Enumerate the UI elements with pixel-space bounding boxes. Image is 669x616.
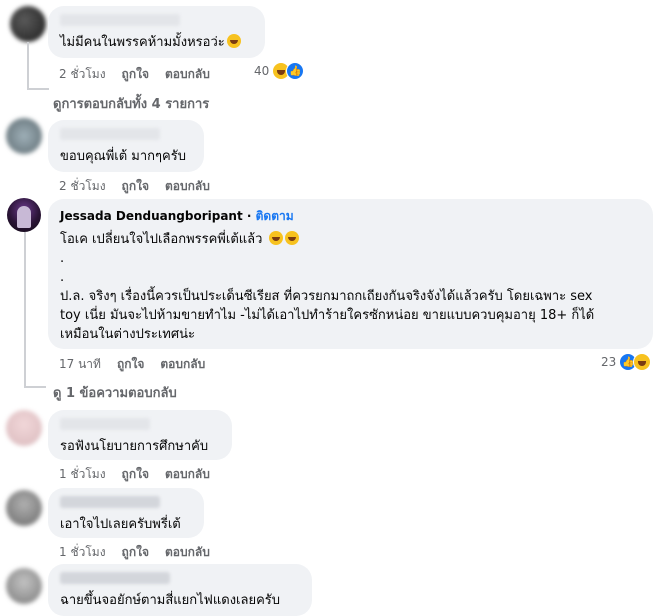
avatar-figure — [17, 206, 31, 228]
comment-actions: 1 ชั่วโมง ถูกใจ ตอบกลับ — [59, 465, 210, 484]
comment-line: . — [60, 251, 65, 266]
comment-text: รอฟังนโยบายการศึกษาคับ — [60, 439, 209, 454]
haha-emoji-icon — [226, 34, 241, 48]
comment-bubble: เอาใจไปเลยครับพรี่เต้ — [48, 488, 204, 538]
comment-bubble: ไม่มีคนในพรรคห้ามมั้งหรอว่ะ — [48, 6, 265, 58]
haha-emoji-icon — [633, 353, 652, 371]
author-name[interactable]: Jessada Denduangboripant — [60, 209, 243, 223]
avatar[interactable] — [7, 198, 41, 232]
reply-button[interactable]: ตอบกลับ — [165, 465, 210, 484]
reaction-count: 40 — [254, 64, 270, 78]
author-name-blurred[interactable] — [60, 14, 180, 26]
comment-text: เอาใจไปเลยครับพรี่เต้ — [60, 517, 181, 532]
comment-timestamp[interactable]: 1 ชั่วโมง — [59, 465, 106, 484]
reaction-count: 23 — [601, 355, 617, 369]
comment-timestamp[interactable]: 17 นาที — [59, 355, 101, 374]
comment-text: ขอบคุณพี่เต้ มากๆครับ — [60, 149, 186, 164]
avatar[interactable] — [6, 118, 42, 154]
comment-line: . — [60, 270, 65, 285]
thread-line — [24, 386, 46, 388]
like-button[interactable]: ถูกใจ — [117, 355, 144, 374]
reply-button[interactable]: ตอบกลับ — [165, 177, 210, 196]
author-name-blurred[interactable] — [60, 418, 150, 430]
thread-line — [27, 88, 49, 90]
like-button[interactable]: ถูกใจ — [122, 65, 149, 84]
comment-line: เหมือนในต่างประเทศน่ะ — [60, 327, 195, 342]
reaction-summary[interactable]: 23 👍 — [601, 353, 652, 371]
avatar[interactable] — [10, 6, 46, 42]
comment-text: ฉายขึ้นจอยักษ์ตามสี่แยกไฟแดงเลยครับ — [60, 593, 281, 608]
comment-text: ไม่มีคนในพรรคห้ามมั้งหรอว่ะ — [60, 35, 225, 50]
comment-bubble: ขอบคุณพี่เต้ มากๆครับ — [48, 120, 204, 172]
avatar[interactable] — [6, 568, 42, 604]
comment-bubble: ฉายขึ้นจอยักษ์ตามสี่แยกไฟแดงเลยครับ — [48, 564, 312, 616]
dot-separator: · — [246, 209, 256, 223]
avatar[interactable] — [6, 410, 42, 446]
comment-actions: 2 ชั่วโมง ถูกใจ ตอบกลับ — [59, 177, 210, 196]
see-all-replies-link[interactable]: ดูการตอบกลับทั้ง 4 รายการ — [53, 93, 209, 114]
thread-line — [24, 232, 26, 388]
comment-timestamp[interactable]: 2 ชั่วโมง — [59, 177, 106, 196]
reply-button[interactable]: ตอบกลับ — [165, 65, 210, 84]
like-thumb-icon: 👍 — [286, 62, 305, 80]
like-button[interactable]: ถูกใจ — [122, 543, 149, 562]
comment-bubble: รอฟังนโยบายการศึกษาคับ — [48, 410, 232, 460]
thread-line — [27, 42, 29, 90]
comment-actions: 17 นาที ถูกใจ ตอบกลับ — [59, 355, 205, 374]
author-name-blurred[interactable] — [60, 128, 160, 140]
reply-button[interactable]: ตอบกลับ — [165, 543, 210, 562]
reply-button[interactable]: ตอบกลับ — [160, 355, 205, 374]
rofl-emoji-icon — [268, 231, 283, 245]
author-name-blurred[interactable] — [60, 496, 160, 508]
like-button[interactable]: ถูกใจ — [122, 177, 149, 196]
comment-actions: 2 ชั่วโมง ถูกใจ ตอบกลับ — [59, 65, 210, 84]
see-one-reply-link[interactable]: ดู 1 ข้อความตอบกลับ — [53, 382, 177, 403]
comment-timestamp[interactable]: 1 ชั่วโมง — [59, 543, 106, 562]
comment-actions: 1 ชั่วโมง ถูกใจ ตอบกลับ — [59, 543, 210, 562]
comment-timestamp[interactable]: 2 ชั่วโมง — [59, 65, 106, 84]
comment-line: ป.ล. จริงๆ เรื่องนี้ควรเป็นประเด็นซีเรีย… — [60, 289, 593, 304]
comment-bubble: Jessada Denduangboripant · ติดตาม โอเค เ… — [48, 199, 653, 349]
avatar[interactable] — [6, 490, 42, 526]
comment-line: toy เนี่ย มันจะไปห้ามขายทำไม -ไม่ได้เอาไ… — [60, 308, 595, 323]
comment-line: โอเค เปลี่ยนใจไปเลือกพรรคพี่เต้แล้ว — [60, 232, 263, 247]
reaction-summary[interactable]: 40 👍 — [254, 62, 305, 80]
like-button[interactable]: ถูกใจ — [122, 465, 149, 484]
follow-link[interactable]: ติดตาม — [256, 209, 294, 223]
rofl-emoji-icon — [284, 231, 299, 245]
author-name-blurred[interactable] — [60, 572, 170, 584]
